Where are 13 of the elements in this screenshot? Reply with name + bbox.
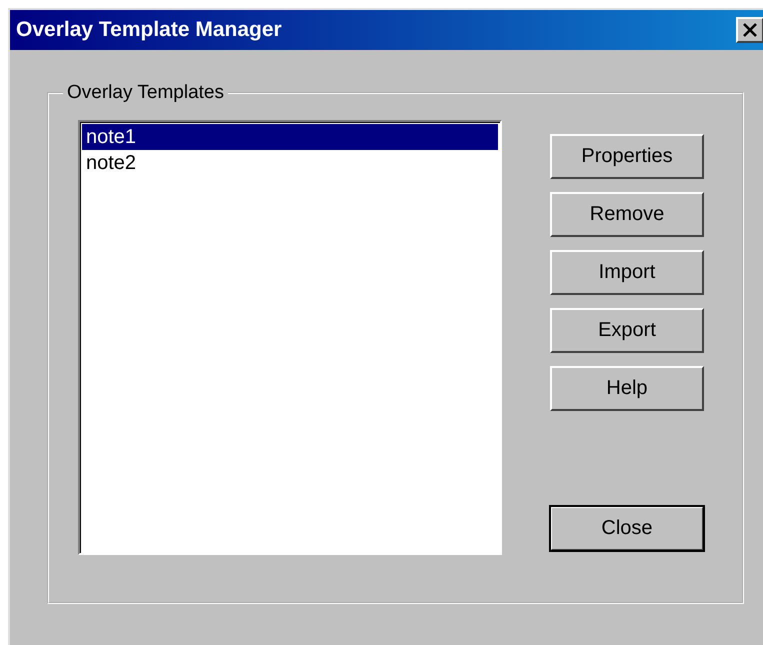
dialog-button[interactable]: Export	[550, 308, 704, 353]
dialog-button[interactable]: Remove	[550, 192, 704, 237]
group-label: Overlay Templates	[63, 82, 228, 104]
dialog-button[interactable]: Help	[550, 366, 704, 411]
template-list[interactable]: note1 note2	[78, 120, 502, 555]
dialog-button[interactable]: Import	[550, 250, 704, 295]
close-button[interactable]	[736, 17, 763, 43]
dialog-button[interactable]: Properties	[550, 134, 704, 179]
list-item[interactable]: note2	[82, 150, 498, 176]
list-item[interactable]: note1	[82, 124, 498, 150]
dialog-button[interactable]: Close	[550, 506, 704, 551]
close-icon	[742, 23, 758, 37]
window-title: Overlay Template Manager	[16, 18, 283, 42]
